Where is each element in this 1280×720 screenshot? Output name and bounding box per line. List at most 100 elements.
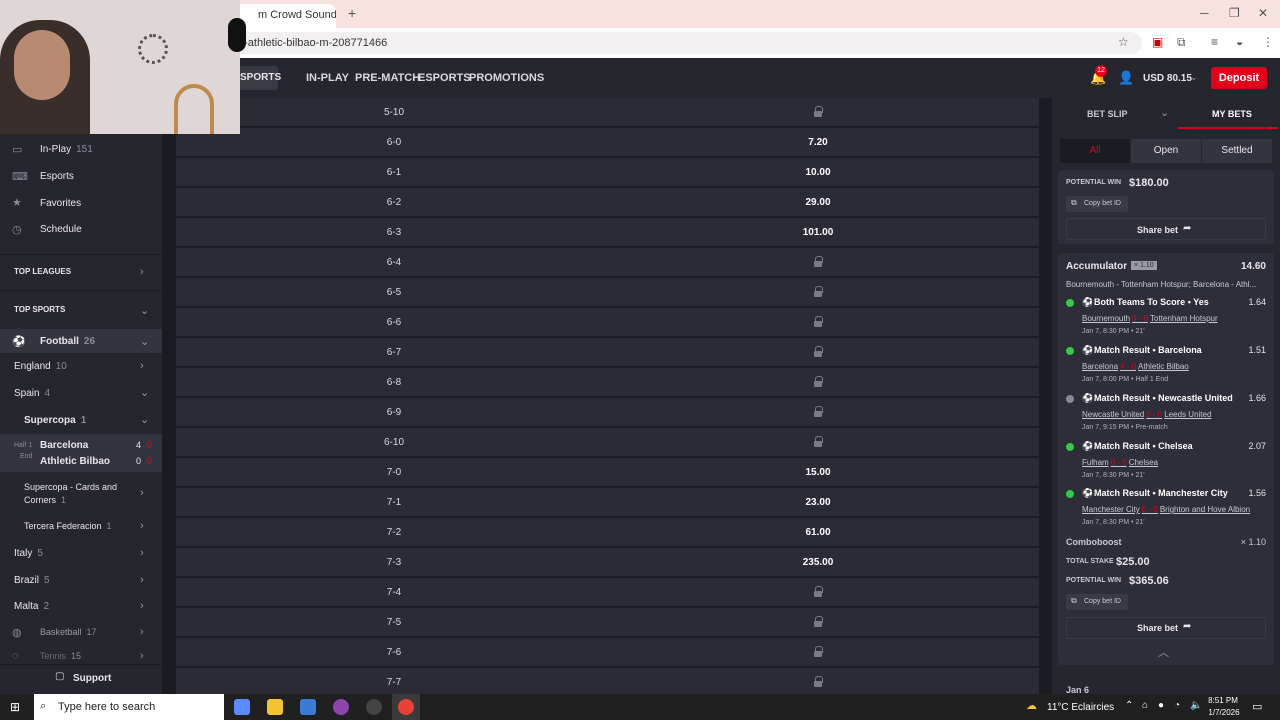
profile-icon[interactable]: ◒	[1236, 35, 1243, 49]
extensions-puzzle-icon[interactable]: ⧉	[1177, 35, 1186, 50]
nav-in-play[interactable]: IN-PLAY	[306, 72, 349, 84]
nav-pre-match[interactable]: PRE-MATCH	[355, 72, 420, 84]
sidebar-item-schedule[interactable]: Schedule	[40, 224, 82, 235]
leg-match-link[interactable]: Fulham 0 - 0 Chelsea	[1082, 458, 1158, 467]
chevron-right-icon[interactable]: ›	[140, 520, 144, 532]
chevron-right-icon[interactable]: ›	[140, 626, 144, 638]
odds-button[interactable]: 7.20	[786, 137, 850, 148]
clock-time[interactable]: 8:51 PM	[1208, 696, 1238, 705]
odds-button[interactable]: 15.00	[786, 467, 850, 478]
sidebar-item-esports[interactable]: Esports	[40, 171, 74, 182]
reading-list-icon[interactable]: ≡	[1211, 35, 1218, 49]
odds-button[interactable]: 235.00	[786, 557, 850, 568]
chevron-right-icon[interactable]: ›	[140, 547, 144, 559]
chevron-down-icon[interactable]: ⌄	[140, 386, 149, 399]
away-team: Tottenham Hotspur	[1150, 314, 1218, 323]
sidebar-item-supercopa[interactable]: Supercopa 1	[24, 415, 86, 426]
top-sports-header[interactable]: TOP SPORTS	[14, 305, 65, 314]
user-icon[interactable]: 👤	[1118, 70, 1134, 86]
sidebar-item-spain[interactable]: Spain 4	[14, 388, 50, 399]
windows-start-icon[interactable]: ⊞	[10, 700, 20, 714]
sidebar-item-basketball[interactable]: Basketball 17	[40, 627, 97, 637]
sidebar-item-england[interactable]: England 10	[14, 361, 67, 372]
leg-match-link[interactable]: Barcelona 4 - 0 Athletic Bilbao	[1082, 362, 1189, 371]
filter-open[interactable]: Open	[1131, 139, 1201, 163]
match-status: 21'	[1135, 519, 1145, 526]
balance[interactable]: USD 80.15	[1143, 73, 1192, 84]
window-close-button[interactable]: ✕	[1258, 6, 1268, 20]
chevron-down-icon[interactable]: ⌄	[140, 335, 149, 348]
filter-all[interactable]: All	[1060, 139, 1130, 163]
sidebar-item-brazil[interactable]: Brazil 5	[14, 575, 50, 586]
separator: •	[1150, 488, 1159, 498]
leg-match-link[interactable]: Bournemouth 0 - 0 Tottenham Hotspur	[1082, 314, 1218, 323]
my-bets-tab[interactable]: MY BETS	[1212, 109, 1252, 119]
chrome-icon[interactable]	[398, 699, 414, 715]
weather[interactable]: 11°C Eclaircies	[1047, 702, 1114, 713]
sidebar-item-in-play[interactable]: In-Play 151	[40, 144, 93, 155]
chevron-down-icon[interactable]: ⌄	[140, 304, 149, 317]
chevron-right-icon[interactable]: ›	[140, 600, 144, 612]
sidebar-item-cards-corners[interactable]: Supercopa - Cards and Corners 1	[24, 481, 124, 507]
leg-match-link[interactable]: Manchester City 0 - 0 Brighton and Hove Al…	[1082, 505, 1250, 514]
score-label: 7-2	[386, 527, 402, 538]
deposit-button[interactable]: Deposit	[1211, 67, 1267, 89]
football-icon: ⚽	[1082, 345, 1094, 355]
odds-button[interactable]: 101.00	[786, 227, 850, 238]
tray-chevron-icon[interactable]: ⌃	[1125, 700, 1133, 711]
bet-slip-tab[interactable]: BET SLIP	[1087, 109, 1128, 119]
file-explorer-icon[interactable]	[267, 699, 283, 715]
store-icon[interactable]	[300, 699, 316, 715]
sidebar-item-favorites[interactable]: Favorites	[40, 198, 81, 209]
copilot-icon[interactable]	[234, 699, 250, 715]
filter-settled[interactable]: Settled	[1202, 139, 1272, 163]
app-icon[interactable]	[366, 699, 382, 715]
nav-promotions[interactable]: PROMOTIONS	[469, 72, 544, 84]
odds-button[interactable]: 23.00	[786, 497, 850, 508]
share-bet-label: Share bet	[1137, 623, 1179, 633]
sidebar-item-malta[interactable]: Malta 2	[14, 601, 49, 612]
sidebar-item-tercera[interactable]: Tercera Federacion 1	[24, 521, 112, 531]
chevron-right-icon[interactable]: ›	[140, 574, 144, 586]
minimize-button[interactable]: ─	[1200, 6, 1209, 20]
bookmark-star-icon[interactable]: ☆	[1118, 35, 1129, 49]
search-icon: ⌕	[40, 700, 47, 712]
volume-icon[interactable]: 🔈	[1190, 700, 1202, 711]
top-leagues-header[interactable]: TOP LEAGUES	[14, 267, 71, 276]
chevron-down-icon[interactable]: ⌄	[1190, 72, 1198, 83]
sidebar-item-football[interactable]: Football 26	[40, 336, 95, 347]
leg-match-link[interactable]: Newcastle United 0 - 0 Leeds United	[1082, 410, 1211, 419]
clock-date[interactable]: 1/7/2026	[1204, 708, 1244, 717]
nav-esports[interactable]: ESPORTS	[418, 72, 471, 84]
new-tab-button[interactable]: +	[348, 5, 356, 21]
chevron-right-icon[interactable]: ›	[140, 360, 144, 372]
chevron-right-icon[interactable]: ›	[140, 487, 144, 499]
chevron-right-icon[interactable]: ›	[140, 650, 144, 662]
odds-button[interactable]: 29.00	[786, 197, 850, 208]
notification-center-icon[interactable]: ▭	[1252, 700, 1262, 713]
divider	[0, 254, 162, 255]
chevron-up-icon[interactable]: ︿	[1158, 644, 1169, 660]
odds-button[interactable]: 10.00	[786, 167, 850, 178]
chevron-right-icon[interactable]: ›	[140, 266, 144, 278]
browser-tab[interactable]: m Crowd Sound E🔊✕	[232, 4, 336, 28]
chevron-down-icon[interactable]: ⌄	[140, 413, 149, 426]
sidebar-item-italy[interactable]: Italy 5	[14, 548, 43, 559]
odds-button[interactable]: 61.00	[786, 527, 850, 538]
score-label: 7-5	[386, 617, 402, 628]
support-chat-icon[interactable]: ▢	[55, 671, 64, 682]
app-icon[interactable]	[333, 699, 349, 715]
address-bar[interactable]: a-athletic-bilbao-m-208771466	[232, 32, 1142, 54]
sidebar-item-tennis[interactable]: Tennis 15	[40, 651, 81, 661]
restore-button[interactable]: ❐	[1229, 6, 1240, 20]
taskbar-search[interactable]: Type here to search	[34, 694, 224, 720]
webcam-edge	[228, 18, 246, 52]
extension-icon[interactable]: ▣	[1152, 35, 1163, 49]
menu-icon[interactable]: ⋮	[1262, 35, 1274, 49]
mic-icon[interactable]: ●	[1158, 700, 1164, 711]
support-button[interactable]: Support	[73, 673, 111, 684]
away-team: Athletic Bilbao	[40, 456, 111, 467]
chevron-down-icon[interactable]: ⌄	[1160, 106, 1169, 119]
wifi-icon[interactable]: ◔	[1174, 700, 1180, 711]
network-icon[interactable]: ⌂	[1142, 700, 1148, 711]
